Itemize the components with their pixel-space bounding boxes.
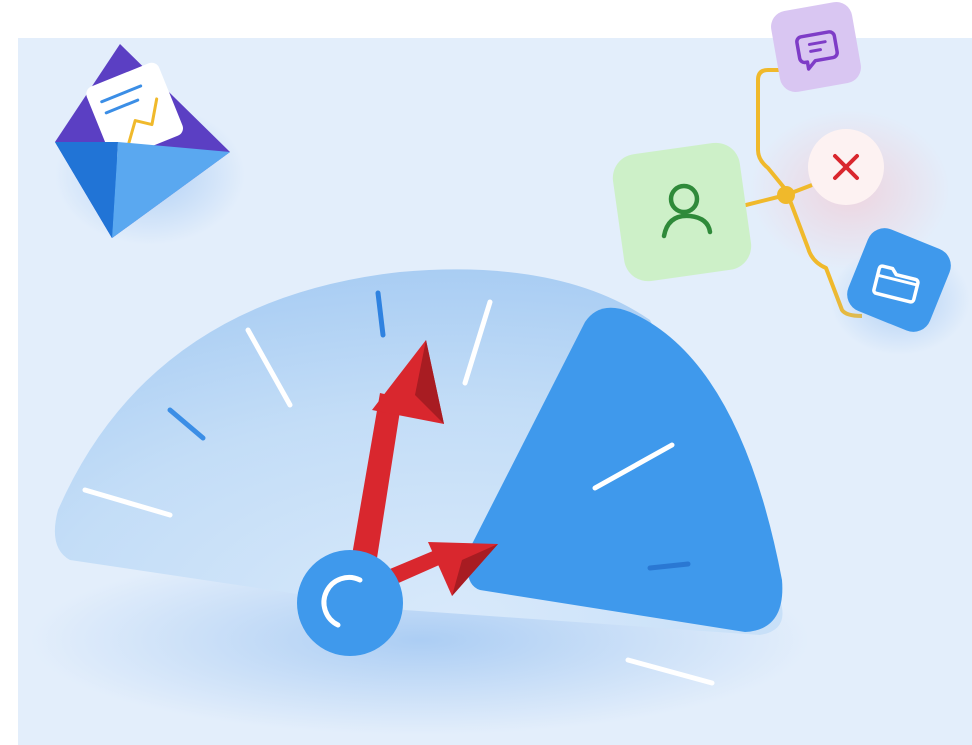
illustration-canvas [30,2,970,735]
chat-tile [771,2,861,92]
close-button-visual [808,129,884,205]
user-tile [612,142,752,282]
gauge-hub [297,550,403,656]
envelope-with-chart-icon [55,44,245,245]
connector-node [777,186,795,204]
illustration-stage [0,0,972,745]
